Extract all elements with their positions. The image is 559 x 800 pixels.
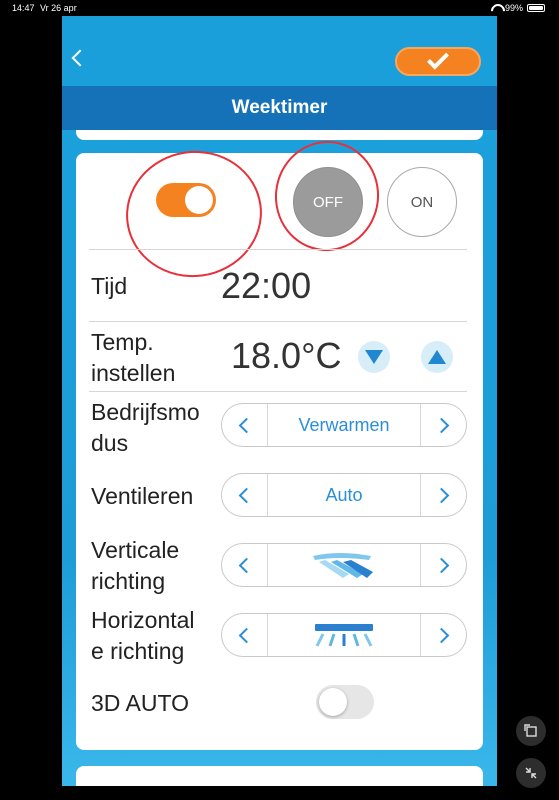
divider: [89, 391, 467, 392]
page-title: Weektimer: [62, 86, 497, 130]
rotate-icon: [524, 724, 537, 737]
horizontal-next-button[interactable]: [420, 614, 466, 656]
next-timer-card: [76, 766, 483, 786]
auto3d-toggle[interactable]: [316, 685, 374, 719]
horizontal-airflow-icon: [315, 624, 373, 647]
status-date: Vr 26 apr: [40, 3, 77, 13]
confirm-button[interactable]: [395, 47, 481, 76]
triangle-down-icon: [365, 350, 383, 364]
back-arrow-icon[interactable]: [71, 49, 89, 67]
timer-card: OFF ON Tijd 22:00 Temp. instellen 18.0°C…: [76, 135, 483, 750]
horizontal-selector: [221, 613, 467, 657]
annotation-circle-off: [269, 135, 385, 257]
top-bar: [62, 16, 497, 86]
previous-timer-card: [76, 130, 483, 140]
vertical-prev-button[interactable]: [222, 544, 268, 586]
chevron-left-icon: [238, 557, 255, 573]
time-label: Tijd: [91, 273, 128, 299]
mode-next-button[interactable]: [420, 404, 466, 446]
temperature-down-button[interactable]: [358, 341, 390, 373]
fan-value: Auto: [325, 484, 363, 505]
vertical-value: [268, 544, 420, 586]
mode-value: Verwarmen: [298, 414, 390, 435]
horizontal-label: Horizontal e richting: [91, 607, 195, 664]
temperature-label: Temp. instellen: [91, 329, 176, 386]
chevron-right-icon: [433, 627, 450, 643]
triangle-up-icon: [428, 350, 446, 364]
mode-label: Bedrijfsmo dus: [91, 399, 200, 456]
mode-prev-button[interactable]: [222, 404, 268, 446]
horizontal-prev-button[interactable]: [222, 614, 268, 656]
vertical-next-button[interactable]: [420, 544, 466, 586]
chevron-left-icon: [238, 417, 255, 433]
vertical-airflow-icon: [313, 553, 373, 578]
chevron-right-icon: [433, 557, 450, 573]
mode-selector: Verwarmen: [221, 403, 467, 447]
fan-selector: Auto: [221, 473, 467, 517]
vertical-selector: [221, 543, 467, 587]
vertical-label: Verticale richting: [91, 537, 180, 594]
wifi-icon: [491, 4, 501, 12]
battery-percent: 99%: [504, 3, 523, 13]
power-on-button[interactable]: ON: [387, 167, 457, 237]
status-time: 14:47: [12, 3, 35, 13]
chevron-left-icon: [238, 627, 255, 643]
temperature-up-button[interactable]: [421, 341, 453, 373]
chevron-right-icon: [433, 417, 450, 433]
divider: [89, 249, 467, 250]
app-window: Weektimer OFF ON Tijd 22:00 Temp. instel…: [62, 16, 497, 786]
temperature-value: 18.0°C: [231, 335, 342, 376]
fan-next-button[interactable]: [420, 474, 466, 516]
fan-label: Ventileren: [91, 483, 194, 509]
rotate-screen-button[interactable]: [516, 716, 546, 746]
time-value[interactable]: 22:00: [221, 265, 311, 307]
collapse-icon: [525, 767, 537, 779]
horizontal-value: [268, 614, 420, 656]
minimize-button[interactable]: [516, 758, 546, 788]
fan-prev-button[interactable]: [222, 474, 268, 516]
chevron-right-icon: [433, 487, 450, 503]
chevron-left-icon: [238, 487, 255, 503]
checkmark-icon: [427, 47, 449, 70]
divider: [89, 321, 467, 322]
status-bar: 14:47 Vr 26 apr 99%: [0, 0, 559, 16]
battery-icon: [527, 4, 545, 12]
status-right: 99%: [491, 3, 545, 13]
auto3d-label: 3D AUTO: [91, 690, 189, 716]
